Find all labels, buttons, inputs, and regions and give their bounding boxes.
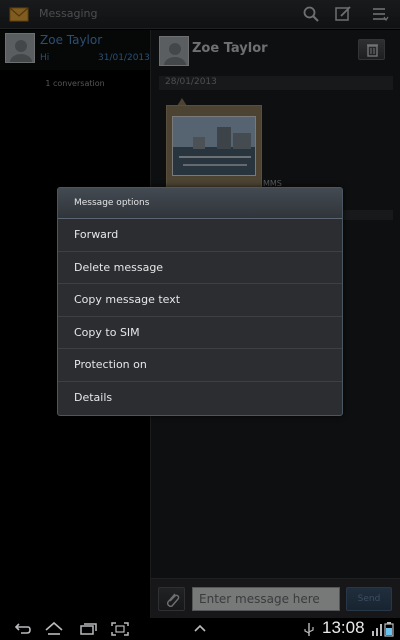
chevron-up-icon[interactable] [190, 621, 210, 637]
dialog-header: Message options [58, 188, 342, 219]
option-copy-to-sim[interactable]: Copy to SIM [58, 317, 342, 349]
message-options-dialog: Message options Forward Delete message C… [57, 187, 343, 416]
option-delete-message[interactable]: Delete message [58, 252, 342, 284]
option-forward[interactable]: Forward [58, 219, 342, 252]
usb-icon [304, 623, 314, 636]
recent-apps-icon[interactable] [78, 621, 98, 637]
dialog-title: Message options [74, 198, 150, 208]
battery-icon [384, 622, 394, 637]
clock: 13:08 [322, 618, 365, 637]
option-protection-on[interactable]: Protection on [58, 349, 342, 382]
option-copy-message-text[interactable]: Copy message text [58, 284, 342, 317]
screenshot-icon[interactable] [110, 621, 130, 637]
option-details[interactable]: Details [58, 382, 342, 415]
home-icon[interactable] [44, 621, 64, 637]
signal-icon [372, 624, 382, 636]
system-navigation-bar: 13:08 [0, 618, 400, 640]
back-icon[interactable] [12, 621, 32, 637]
